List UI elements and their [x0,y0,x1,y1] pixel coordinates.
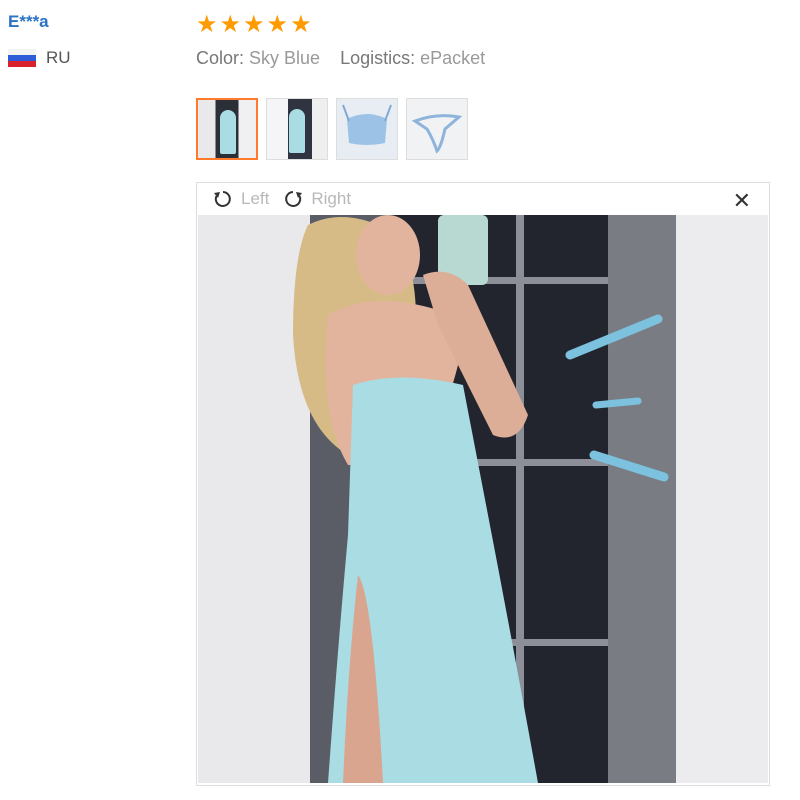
star-icon: ★ [243,11,265,38]
thumbnail-strip [196,98,468,160]
thumbnail-1[interactable] [196,98,258,160]
color-label: Color: [196,48,245,68]
rotate-left-button[interactable]: Left [213,189,269,209]
logistics-label: Logistics: [340,48,416,68]
review-photo [198,215,768,783]
panty-thumbnail-image [411,114,463,154]
star-rating: ★ ★ ★ ★ ★ [196,12,312,38]
rotate-left-label: Left [241,189,270,208]
thumbnail-4[interactable] [406,98,468,160]
logistics-info: Logistics: ePacket [340,48,485,69]
rotate-right-label: Right [311,189,352,208]
review-meta: Color: Sky Blue Logistics: ePacket [196,48,485,69]
reviewer-name: E***a [8,12,49,31]
image-viewer: Left Right ✕ [196,182,770,786]
color-value: Sky Blue [249,48,321,68]
rotate-right-button[interactable]: Right [283,189,351,209]
star-icon: ★ [196,11,218,38]
reviewer-country: RU [8,48,71,68]
color-info: Color: Sky Blue [196,48,320,69]
country-code: RU [46,48,71,67]
viewer-toolbar: Left Right [197,183,769,215]
star-icon: ★ [219,11,242,38]
russia-flag-icon [8,49,36,67]
review-photo-image [198,215,768,783]
thumbnail-3[interactable] [336,98,398,160]
rotate-right-icon [285,191,303,207]
thumbnail-2[interactable] [266,98,328,160]
logistics-value: ePacket [420,48,486,68]
bra-thumbnail-image [342,104,392,145]
star-icon: ★ [290,11,312,38]
rotate-left-icon [214,191,231,207]
close-icon[interactable]: ✕ [733,187,751,215]
reviewer-block: E***a RU [8,12,71,68]
star-icon: ★ [266,11,289,38]
